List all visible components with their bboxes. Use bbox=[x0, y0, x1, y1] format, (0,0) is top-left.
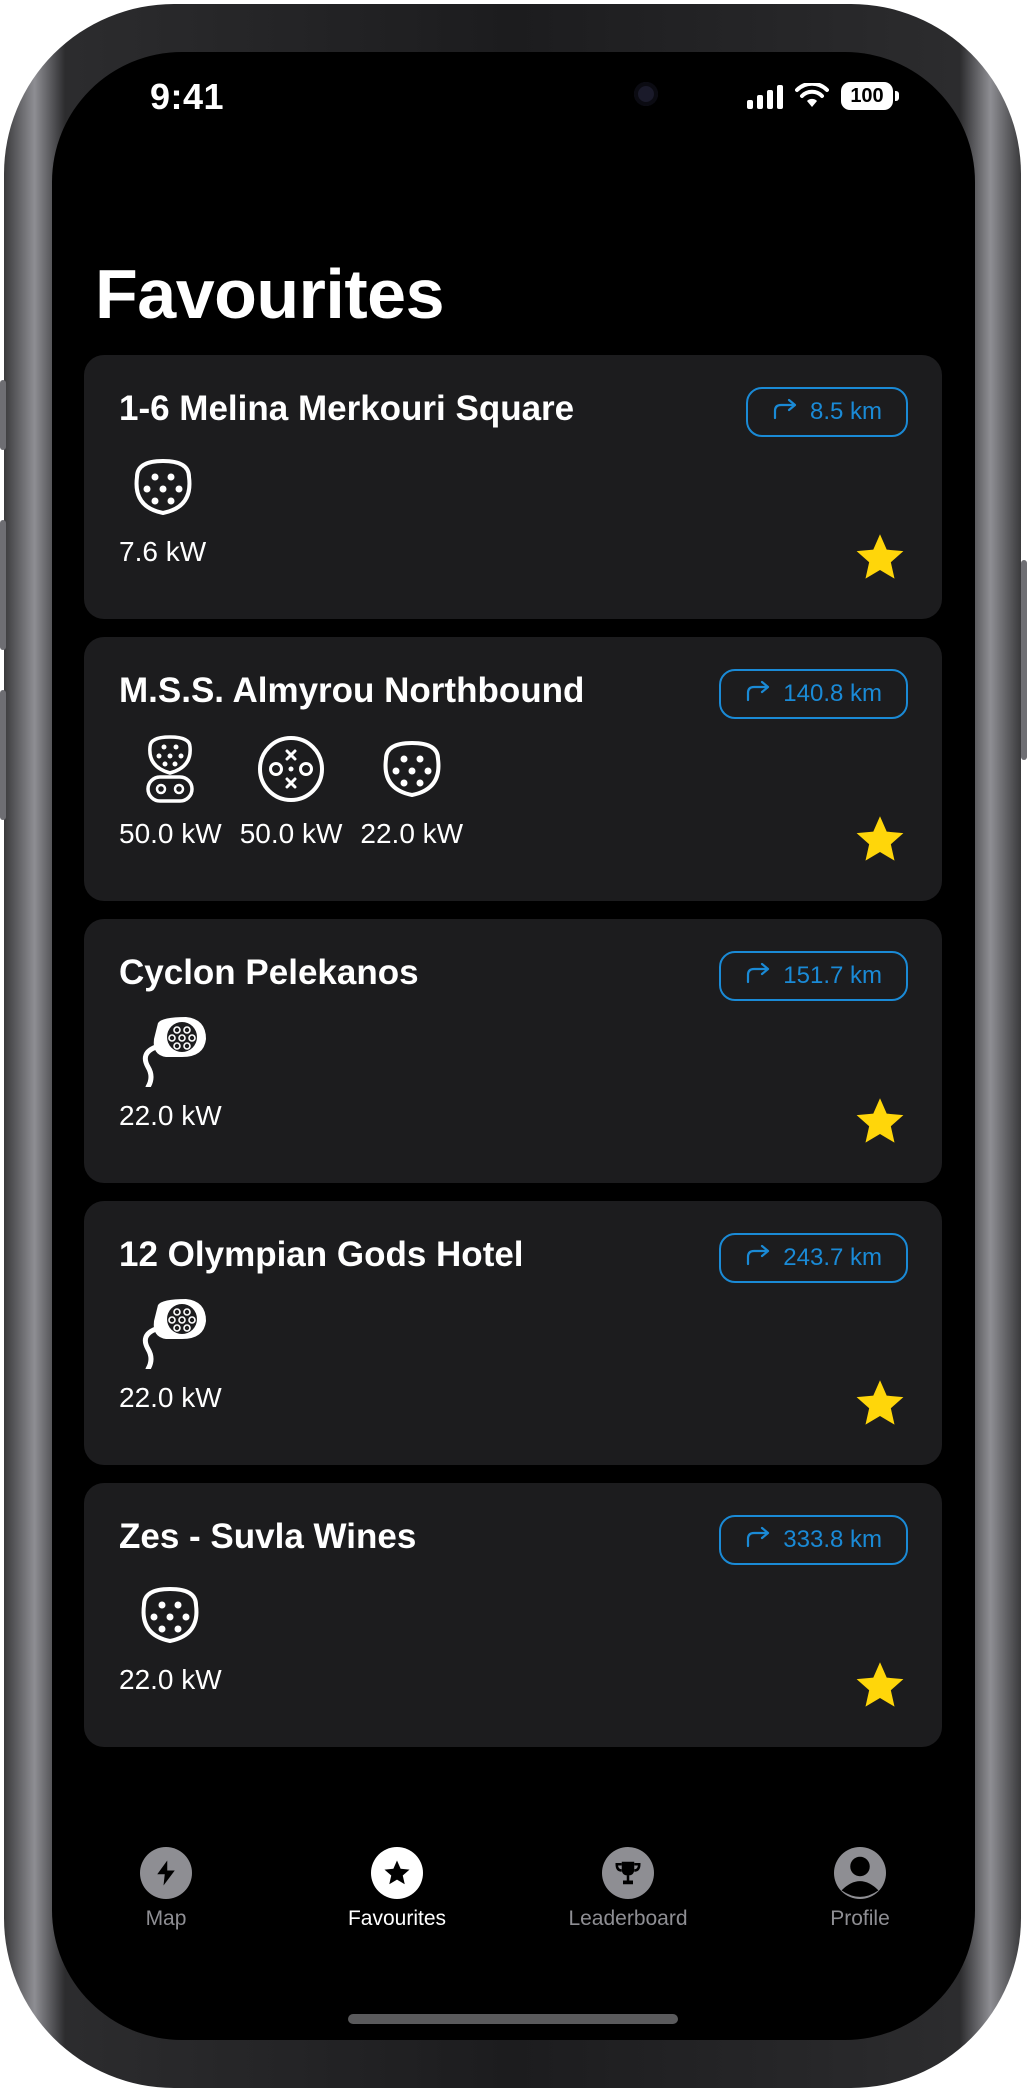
tab-label: Leaderboard bbox=[568, 1907, 688, 1930]
tab-label: Profile bbox=[830, 1907, 890, 1930]
volume-up-button bbox=[0, 520, 6, 650]
connector: 22.0 kW bbox=[119, 1579, 222, 1696]
power-button bbox=[1021, 560, 1027, 760]
connector: 50.0 kW bbox=[119, 733, 222, 850]
distance-button[interactable]: 243.7 km bbox=[719, 1233, 908, 1283]
station-name: M.S.S. Almyrou Northbound bbox=[119, 671, 585, 710]
page-title: Favourites bbox=[95, 255, 445, 333]
person-icon bbox=[834, 1847, 886, 1899]
station-card[interactable]: 12 Olympian Gods Hotel 243.7 km 22.0 kW bbox=[84, 1201, 942, 1465]
status-bar: 9:41 100 bbox=[52, 52, 975, 172]
route-icon bbox=[772, 398, 798, 427]
trophy-icon bbox=[602, 1847, 654, 1899]
station-card[interactable]: 1-6 Melina Merkouri Square 8.5 km 7.6 kW bbox=[84, 355, 942, 619]
tab-map[interactable]: Map bbox=[56, 1847, 276, 1931]
distance-button[interactable]: 140.8 km bbox=[719, 669, 908, 719]
connector-list: 7.6 kW bbox=[119, 451, 206, 568]
station-name: Cyclon Pelekanos bbox=[119, 953, 419, 992]
route-icon bbox=[745, 1244, 771, 1273]
tab-profile[interactable]: Profile bbox=[750, 1847, 970, 1931]
favourite-star-icon[interactable] bbox=[854, 813, 906, 865]
battery-icon: 100 bbox=[841, 82, 899, 110]
cellular-signal-icon bbox=[747, 83, 783, 109]
connector-power: 22.0 kW bbox=[119, 1664, 222, 1695]
station-card[interactable]: M.S.S. Almyrou Northbound 140.8 km 50.0 … bbox=[84, 637, 942, 901]
distance-button[interactable]: 333.8 km bbox=[719, 1515, 908, 1565]
type2-socket-icon bbox=[376, 733, 448, 810]
screen: 9:41 100 Favourites 1-6 Melina Merkouri … bbox=[52, 52, 975, 2040]
distance-button[interactable]: 151.7 km bbox=[719, 951, 908, 1001]
favourite-star-icon[interactable] bbox=[854, 1659, 906, 1711]
connector: 22.0 kW bbox=[119, 1297, 222, 1414]
tab-label: Favourites bbox=[347, 1907, 447, 1930]
connector-list: 50.0 kW 50.0 kW 22.0 kW bbox=[119, 733, 463, 850]
connector-list: 22.0 kW bbox=[119, 1015, 222, 1132]
chademo-icon bbox=[255, 733, 327, 810]
connector-power: 22.0 kW bbox=[360, 818, 464, 849]
connector-power: 50.0 kW bbox=[239, 818, 343, 849]
dynamic-island bbox=[334, 64, 694, 172]
distance-label: 151.7 km bbox=[783, 962, 882, 989]
distance-label: 243.7 km bbox=[783, 1244, 882, 1271]
connector-power: 22.0 kW bbox=[119, 1382, 222, 1413]
ccs2-icon bbox=[134, 733, 206, 810]
wifi-icon bbox=[795, 83, 829, 107]
connector-power: 7.6 kW bbox=[119, 536, 207, 567]
favourite-star-icon[interactable] bbox=[854, 1095, 906, 1147]
home-indicator[interactable] bbox=[348, 2014, 678, 2024]
type2-socket-icon bbox=[127, 451, 199, 528]
station-name: Zes - Suvla Wines bbox=[119, 1517, 417, 1556]
station-name: 1-6 Melina Merkouri Square bbox=[119, 389, 575, 428]
distance-label: 333.8 km bbox=[783, 1526, 882, 1553]
connector: 22.0 kW bbox=[119, 1015, 222, 1132]
status-icons: 100 bbox=[747, 82, 899, 110]
tab-bar: Map Favourites Leaderboard Profile bbox=[52, 1847, 975, 1967]
favourite-star-icon[interactable] bbox=[854, 531, 906, 583]
volume-down-button bbox=[0, 690, 6, 820]
camera-icon bbox=[634, 82, 658, 106]
action-button bbox=[0, 380, 6, 450]
connector-list: 22.0 kW bbox=[119, 1297, 222, 1414]
distance-label: 140.8 km bbox=[783, 680, 882, 707]
tab-label: Map bbox=[145, 1907, 187, 1930]
connector: 7.6 kW bbox=[119, 451, 206, 568]
connector-list: 22.0 kW bbox=[119, 1579, 222, 1696]
connector-power: 22.0 kW bbox=[119, 1100, 222, 1131]
route-icon bbox=[745, 680, 771, 709]
connector-power: 50.0 kW bbox=[119, 818, 222, 849]
favourite-star-icon[interactable] bbox=[854, 1377, 906, 1429]
tab-leaderboard[interactable]: Leaderboard bbox=[518, 1847, 738, 1931]
connector: 50.0 kW bbox=[239, 733, 343, 850]
tab-favourites[interactable]: Favourites bbox=[287, 1847, 507, 1931]
connector: 22.0 kW bbox=[360, 733, 463, 850]
route-icon bbox=[745, 1526, 771, 1555]
route-icon bbox=[745, 962, 771, 991]
type2-socket-icon bbox=[134, 1579, 206, 1656]
type2-cable-icon bbox=[134, 1015, 207, 1092]
lightning-icon bbox=[140, 1847, 192, 1899]
type2-cable-icon bbox=[134, 1297, 207, 1374]
status-time: 9:41 bbox=[150, 76, 225, 117]
star-icon bbox=[371, 1847, 423, 1899]
station-card[interactable]: Zes - Suvla Wines 333.8 km 22.0 kW bbox=[84, 1483, 942, 1747]
distance-button[interactable]: 8.5 km bbox=[745, 387, 908, 437]
station-name: 12 Olympian Gods Hotel bbox=[119, 1235, 524, 1274]
distance-label: 8.5 km bbox=[809, 398, 882, 425]
station-card[interactable]: Cyclon Pelekanos 151.7 km 22.0 kW bbox=[84, 919, 942, 1183]
